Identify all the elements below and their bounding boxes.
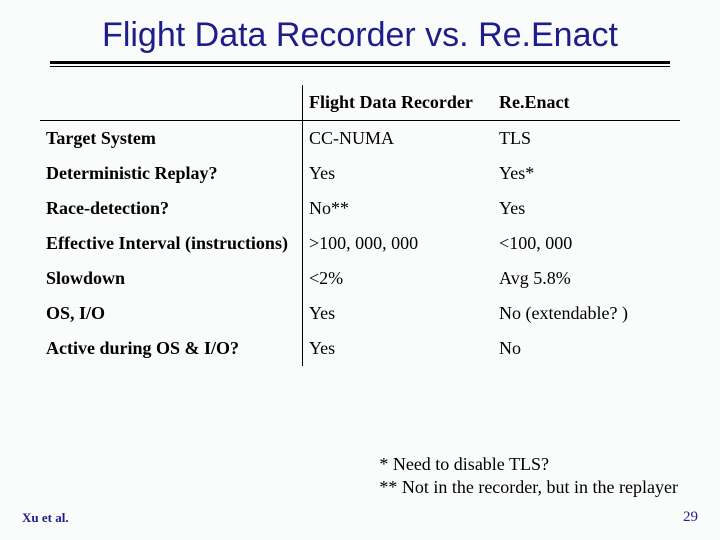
table-row: Slowdown <2% Avg 5.8% [40,261,680,296]
slide: Flight Data Recorder vs. Re.Enact Flight… [0,0,720,540]
row-label: Race-detection? [40,191,302,226]
header-blank [40,85,302,121]
footnote-1: * Need to disable TLS? [379,453,678,476]
footnotes: * Need to disable TLS? ** Not in the rec… [379,453,678,498]
table-row: Effective Interval (instructions) >100, … [40,226,680,261]
row-label-text: Race-detection? [46,198,169,218]
table-row: Race-detection? No** Yes [40,191,680,226]
row-c1: CC-NUMA [302,121,493,157]
header-col-fdr: Flight Data Recorder [302,85,493,121]
row-c2: No (extendable? ) [493,296,680,331]
row-c1: >100, 000, 000 [302,226,493,261]
row-c2: TLS [493,121,680,157]
row-label-text: Deterministic Replay? [46,163,217,183]
row-c2: No [493,331,680,366]
table-header-row: Flight Data Recorder Re.Enact [40,85,680,121]
row-label: Slowdown [40,261,302,296]
row-label: OS, I/O [40,296,302,331]
row-c1: <2% [302,261,493,296]
header-col-reenact: Re.Enact [493,85,680,121]
page-title: Flight Data Recorder vs. Re.Enact [40,16,680,55]
row-c2: Yes [493,191,680,226]
row-label: Target System [40,121,302,157]
table-row: Active during OS & I/O? Yes No [40,331,680,366]
row-label-text: Slowdown [46,268,125,288]
row-c1: Yes [302,296,493,331]
row-label-text: Effective Interval (instructions) [46,233,288,253]
row-label: Deterministic Replay? [40,156,302,191]
title-underline [50,61,670,67]
table-row: Deterministic Replay? Yes Yes* [40,156,680,191]
row-label: Effective Interval (instructions) [40,226,302,261]
row-c2: Yes* [493,156,680,191]
footer-author: Xu et al. [22,510,69,526]
row-c1: Yes [302,331,493,366]
row-c1: Yes [302,156,493,191]
row-label-text: OS, I/O [46,303,105,323]
table-row: OS, I/O Yes No (extendable? ) [40,296,680,331]
header-col-reenact-text: Re.Enact [499,92,570,112]
row-c2: <100, 000 [493,226,680,261]
row-c1: No** [302,191,493,226]
row-label-text: Active during OS & I/O? [46,338,239,358]
header-col-fdr-text: Flight Data Recorder [309,92,473,112]
table-row: Target System CC-NUMA TLS [40,121,680,157]
row-label-text: Target System [46,128,156,148]
row-c2: Avg 5.8% [493,261,680,296]
comparison-table: Flight Data Recorder Re.Enact Target Sys… [40,85,680,366]
row-label: Active during OS & I/O? [40,331,302,366]
footer-page-number: 29 [683,509,698,526]
footnote-2: ** Not in the recorder, but in the repla… [379,476,678,499]
